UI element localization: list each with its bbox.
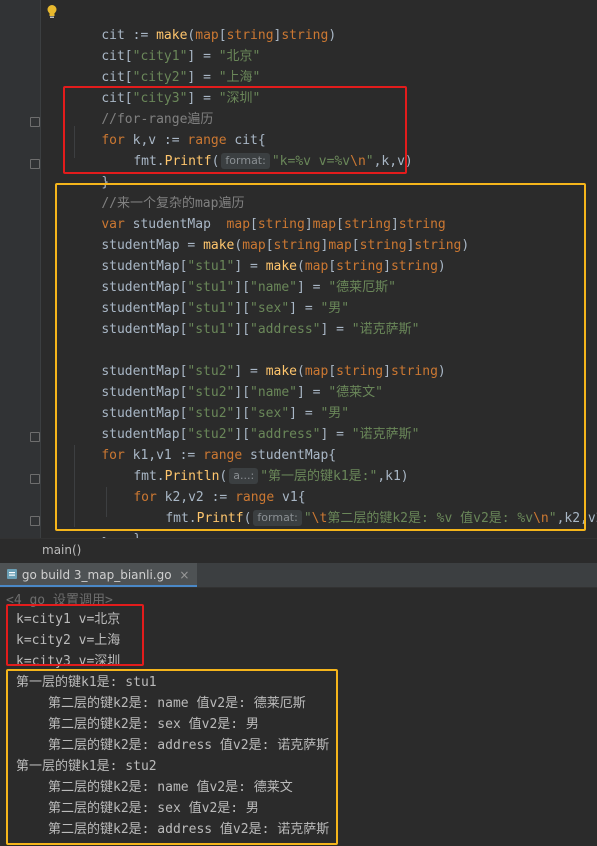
lightbulb-icon[interactable] bbox=[46, 4, 58, 20]
code-line: cit := make(map[string]string) bbox=[101, 28, 337, 43]
highlight-box-nested-map bbox=[55, 183, 586, 531]
highlight-box-nested-output bbox=[6, 669, 338, 845]
code-line: cit["city2"] = "上海" bbox=[101, 70, 261, 85]
fold-marker-icon[interactable] bbox=[30, 432, 40, 442]
editor-gutter bbox=[0, 0, 41, 538]
fold-marker-icon[interactable] bbox=[30, 117, 40, 127]
console-output[interactable]: <4 go 设置调用> k=city1 v=北京 k=city2 v=上海 k=… bbox=[0, 588, 597, 846]
run-toolbar: go build 3_map_bianli.go × bbox=[0, 563, 597, 588]
fold-marker-icon[interactable] bbox=[30, 474, 40, 484]
go-file-icon bbox=[7, 569, 17, 579]
code-line: cit["city3"] = "深圳" bbox=[101, 91, 261, 106]
close-icon[interactable]: × bbox=[179, 568, 189, 582]
highlight-box-for-range bbox=[63, 86, 407, 174]
fold-marker-icon[interactable] bbox=[30, 516, 40, 526]
breadcrumb[interactable]: main() bbox=[0, 538, 597, 563]
highlight-box-city-output bbox=[6, 604, 144, 666]
fold-marker-icon[interactable] bbox=[30, 159, 40, 169]
code-line: cit["city1"] = "北京" bbox=[101, 49, 261, 64]
run-tab[interactable]: go build 3_map_bianli.go × bbox=[0, 563, 198, 587]
code-editor[interactable]: cit := make(map[string]string) cit["city… bbox=[0, 0, 597, 547]
